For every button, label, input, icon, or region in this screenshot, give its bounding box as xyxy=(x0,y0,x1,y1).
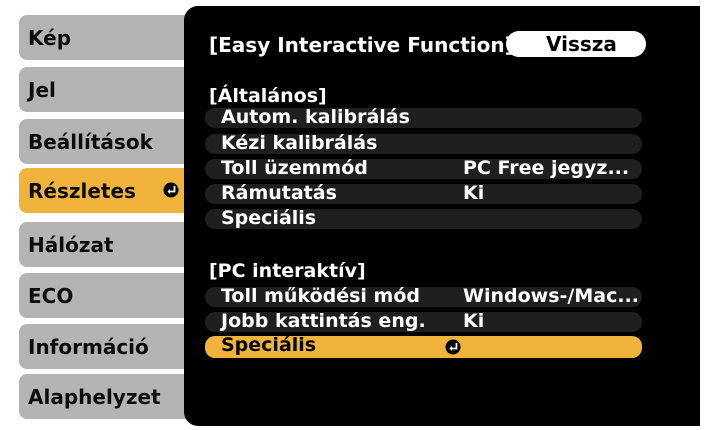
sidebar-item-label: Beállítások xyxy=(28,129,153,154)
enter-return-icon xyxy=(163,182,179,198)
sidebar-item-label: Részletes xyxy=(28,178,136,203)
sidebar-item-label: ECO xyxy=(28,283,74,308)
sidebar-item-jel[interactable]: Jel xyxy=(19,67,186,112)
row-label: Rámutatás xyxy=(221,182,337,204)
row-value: PC Free jegyz... xyxy=(463,157,630,179)
section-heading-general: [Általános] xyxy=(209,85,327,107)
sidebar-item-beallitasok[interactable]: Beállítások xyxy=(19,119,186,164)
menu-row-advanced-pc[interactable]: Speciális xyxy=(205,334,642,358)
sidebar-item-label: Kép xyxy=(28,25,72,50)
page-title: [Easy Interactive Function] xyxy=(209,33,514,57)
sidebar-item-alaphelyzet[interactable]: Alaphelyzet xyxy=(19,374,186,419)
row-value: Ki xyxy=(463,182,485,204)
row-value: Ki xyxy=(463,310,485,332)
row-label: Kézi kalibrálás xyxy=(221,132,378,154)
row-label: Toll üzemmód xyxy=(221,157,368,179)
menu-row-auto-calibration[interactable]: Autom. kalibrálás xyxy=(205,106,642,128)
back-button[interactable]: Vissza xyxy=(506,31,646,57)
sidebar-item-label: Alaphelyzet xyxy=(28,384,161,409)
row-label: Speciális xyxy=(221,207,317,229)
row-label: Toll működési mód xyxy=(221,285,421,307)
sidebar-item-halozat[interactable]: Hálózat xyxy=(19,222,186,267)
sidebar-item-informacio[interactable]: Információ xyxy=(19,324,186,369)
enter-return-icon xyxy=(445,339,461,355)
section-heading-pc-interactive: [PC interaktív] xyxy=(209,260,366,282)
menu-row-pointing[interactable]: Rámutatás Ki xyxy=(205,182,642,204)
row-label: Autom. kalibrálás xyxy=(221,106,410,128)
menu-row-right-click[interactable]: Jobb kattintás eng. Ki xyxy=(205,310,642,332)
sidebar-item-label: Hálózat xyxy=(28,232,114,257)
menu-row-manual-calibration[interactable]: Kézi kalibrálás xyxy=(205,132,642,154)
menu-row-pen-operation-mode[interactable]: Toll működési mód Windows-/Mac... xyxy=(205,285,642,307)
menu-row-advanced-general[interactable]: Speciális xyxy=(205,207,642,229)
row-value: Windows-/Mac... xyxy=(463,285,639,307)
sidebar-item-label: Információ xyxy=(28,334,149,359)
sidebar-item-reszletes[interactable]: Részletes xyxy=(19,168,195,213)
row-label: Jobb kattintás eng. xyxy=(221,310,426,332)
sidebar-item-eco[interactable]: ECO xyxy=(19,273,186,318)
sidebar-item-label: Jel xyxy=(28,77,56,102)
row-label: Speciális xyxy=(221,334,317,356)
sidebar-item-kep[interactable]: Kép xyxy=(19,15,186,60)
menu-row-pen-mode[interactable]: Toll üzemmód PC Free jegyz... xyxy=(205,157,642,179)
